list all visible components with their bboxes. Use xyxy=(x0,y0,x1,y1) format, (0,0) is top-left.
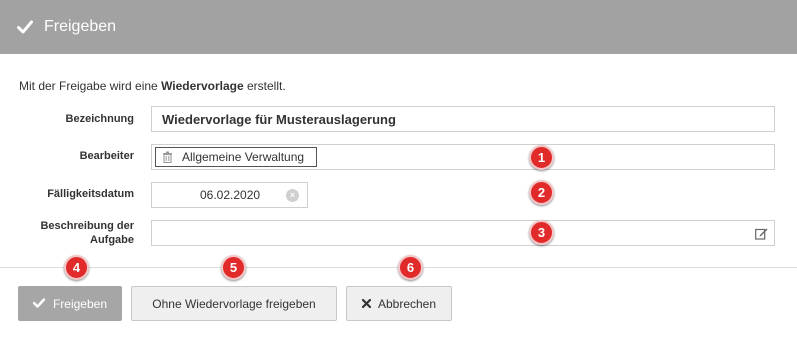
abbrechen-button-label: Abbrechen xyxy=(377,296,437,311)
close-icon xyxy=(361,297,372,311)
abbrechen-button[interactable]: Abbrechen xyxy=(346,286,452,321)
marker-5: 5 xyxy=(221,255,246,280)
intro-bold: Wiedervorlage xyxy=(161,79,244,93)
intro-text: Mit der Freigabe wird eine Wiedervorlage… xyxy=(19,79,286,93)
bezeichnung-input[interactable]: Wiedervorlage für Musterauslagerung xyxy=(151,106,775,132)
trash-icon[interactable] xyxy=(162,151,173,164)
faelligkeit-value: 06.02.2020 xyxy=(200,188,261,202)
dialog-title: Freigeben xyxy=(44,18,117,35)
bearbeiter-tag[interactable]: Allgemeine Verwaltung xyxy=(155,147,318,167)
marker-1: 1 xyxy=(529,145,554,170)
bearbeiter-tag-label: Allgemeine Verwaltung xyxy=(182,150,305,164)
clear-date-icon[interactable]: × xyxy=(286,189,299,202)
check-icon xyxy=(17,18,35,36)
beschreibung-label-line1: Beschreibung der xyxy=(40,220,134,232)
beschreibung-label-line2: Aufgabe xyxy=(90,234,134,246)
beschreibung-input[interactable] xyxy=(151,220,775,246)
faelligkeit-label: Fälligkeitsdatum xyxy=(47,188,134,200)
intro-suffix: erstellt. xyxy=(243,79,286,93)
check-icon xyxy=(32,297,46,311)
bezeichnung-label: Bezeichnung xyxy=(65,113,134,125)
bearbeiter-label: Bearbeiter xyxy=(79,150,134,162)
marker-4: 4 xyxy=(64,255,89,280)
bezeichnung-value: Wiedervorlage für Musterauslagerung xyxy=(162,111,396,127)
ohne-wiedervorlage-button-label: Ohne Wiedervorlage freigeben xyxy=(152,296,316,311)
faelligkeit-input[interactable]: 06.02.2020 × xyxy=(151,182,308,208)
beschreibung-label: Beschreibung der Aufgabe xyxy=(40,219,134,247)
edit-icon[interactable] xyxy=(755,227,768,240)
freigeben-button[interactable]: Freigeben xyxy=(18,286,122,321)
marker-6: 6 xyxy=(398,255,423,280)
intro-prefix: Mit der Freigabe wird eine xyxy=(19,79,162,93)
marker-3: 3 xyxy=(529,220,554,245)
bearbeiter-input[interactable]: Allgemeine Verwaltung xyxy=(151,144,775,170)
freigeben-button-label: Freigeben xyxy=(52,296,108,311)
dialog-header: Freigeben xyxy=(0,0,797,54)
marker-2: 2 xyxy=(529,180,554,205)
ohne-wiedervorlage-button[interactable]: Ohne Wiedervorlage freigeben xyxy=(131,286,337,321)
